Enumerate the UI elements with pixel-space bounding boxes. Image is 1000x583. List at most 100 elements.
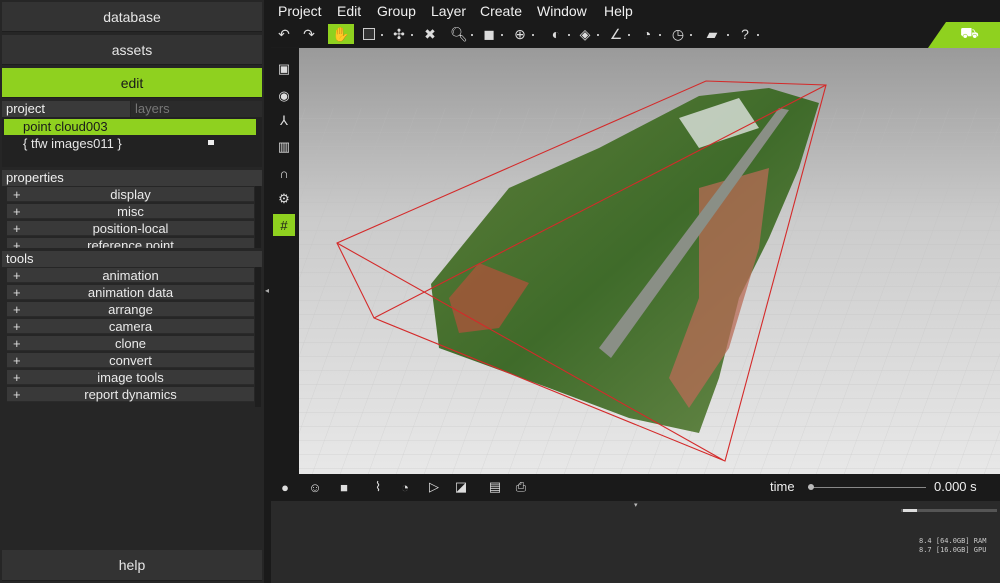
tool-label: convert [109,353,152,368]
tree-item-tfw-images[interactable]: { tfw images011 } [4,136,256,152]
zoom-icon[interactable]: 🔍︎ [449,24,469,44]
assets-button[interactable]: assets [2,35,262,65]
menu-bar: Project Edit Group Layer Create Window H… [271,0,1000,22]
property-label: display [110,187,151,202]
tree-item-point-cloud[interactable]: point cloud003 [4,119,256,135]
gauge-icon[interactable]: ◷ [668,24,688,44]
menu-edit[interactable]: Edit [337,3,361,19]
tool-camera[interactable]: + camera [7,319,254,334]
tree-item-label: { tfw images011 } [23,136,122,151]
gizmo-icon[interactable]: ⊕ [510,24,530,44]
delete-icon[interactable]: ✖ [420,24,440,44]
clock-icon[interactable]: ◔ [637,24,657,44]
properties-header: properties [2,170,262,186]
scene-svg [299,80,1000,474]
property-position-local[interactable]: + position-local [7,221,254,236]
move-icon[interactable]: ✣ [389,24,409,44]
box-icon[interactable]: ▥ [273,136,295,158]
time-value: 0.000 s [934,479,977,494]
tool-animation-data[interactable]: + animation data [7,285,254,300]
tools-list: + animation + animation data + arrange + cam… [2,267,262,407]
axes-icon[interactable]: ⅄ [273,110,295,132]
ram-usage: 8.4 [64.0GB] RAM [919,537,987,545]
hand-icon[interactable]: ✋ [328,24,354,44]
help-icon[interactable]: ? [735,24,755,44]
tab-project[interactable]: project [2,101,130,117]
tab-layers[interactable]: layers [131,101,262,117]
playback-bar: ● ☺ ■ ⌇ ◔ ▷ ◪ ▤ ⎙ time 0.000 s [271,474,1000,501]
property-reference-point[interactable]: + reference point [7,238,254,248]
menu-layer[interactable]: Layer [431,3,466,19]
property-misc[interactable]: + misc [7,204,254,219]
property-label: reference point [87,238,174,248]
tool-animation[interactable]: + animation [7,268,254,283]
play-icon[interactable]: ▷ [424,477,444,497]
menu-create[interactable]: Create [480,3,522,19]
tool-image-tools[interactable]: + image tools [7,370,254,385]
tool-label: arrange [108,302,153,317]
menu-window[interactable]: Window [537,3,587,19]
compass-icon[interactable]: ◐ [546,24,566,44]
grid-icon[interactable]: # [273,214,295,236]
tools-header: tools [2,251,262,267]
angle-icon[interactable]: ∠ [606,24,626,44]
timeline-panel[interactable]: ▾ 8.4 [64.0GB] RAM 8.7 [16.0GB] GPU [271,501,1000,583]
target-icon[interactable]: ◉ [273,85,295,107]
database-button[interactable]: database [2,2,262,32]
visibility-icon[interactable] [208,140,214,145]
select-icon[interactable] [359,24,379,44]
logo-icon: ⛟ [960,25,979,42]
panel-splitter[interactable]: ◂ [264,0,271,583]
step-icon[interactable]: ◪ [451,477,471,497]
edit-button[interactable]: edit [2,68,262,98]
property-label: misc [117,204,144,219]
frame-icon[interactable]: ▣ [273,58,295,80]
toolbar: ↶ ↷ ✋ ✣ ✖ 🔍︎ ◼ ⊕ ◐ ◈ ∠ ◔ ◷ ▰ ? [271,22,1000,47]
tool-label: animation data [87,285,174,300]
menu-project[interactable]: Project [278,3,322,19]
layers-icon[interactable]: ◈ [575,24,595,44]
tool-label: clone [114,336,147,351]
gpu-usage: 8.7 [16.0GB] GPU [919,546,987,554]
graph-icon[interactable]: ⌇ [368,477,388,497]
panel-tabs: project layers [2,101,262,117]
tool-label: image tools [97,370,164,385]
settings-icon[interactable]: ⚙ [273,188,295,210]
project-tree: point cloud003 { tfw images011 } [2,117,262,167]
properties-scrollbar[interactable] [255,186,261,248]
timeline-scrollbar[interactable] [901,509,997,512]
splitter-arrow-icon[interactable]: ▾ [634,501,638,509]
tool-convert[interactable]: + convert [7,353,254,368]
record-icon[interactable]: ◔ [395,477,415,497]
sphere-icon[interactable]: ● [275,477,295,497]
viewport-tools: ▣ ◉ ⅄ ▥ ∩ ⚙ # [271,48,299,474]
tool-label: camera [108,319,153,334]
menu-help[interactable]: Help [604,3,633,19]
measure-icon[interactable]: ▰ [699,24,725,44]
time-slider[interactable] [808,484,926,490]
tool-label: animation [102,268,159,283]
magnet-icon[interactable]: ∩ [273,162,295,184]
cube-icon[interactable]: ◼ [479,24,499,44]
tool-clone[interactable]: + clone [7,336,254,351]
printer-icon[interactable]: ⎙ [511,477,531,497]
redo-icon[interactable]: ↷ [299,24,319,44]
collapse-arrow-icon: ◂ [265,286,270,295]
menu-group[interactable]: Group [377,3,416,19]
tools-scrollbar[interactable] [255,267,261,407]
scrollbar-thumb[interactable] [903,509,917,512]
stop-square-icon[interactable]: ■ [334,477,354,497]
tool-label: report dynamics [84,387,177,402]
properties-list: + display + misc + position-local + referenc… [2,186,262,248]
property-display[interactable]: + display [7,187,254,202]
head-icon[interactable]: ☺ [305,477,325,497]
property-label: position-local [92,221,169,236]
tool-arrange[interactable]: + arrange [7,302,254,317]
tool-report-dynamics[interactable]: + report dynamics [7,387,254,402]
undo-icon[interactable]: ↶ [274,24,294,44]
slider-knob[interactable] [808,484,814,490]
3d-viewport[interactable] [299,48,1000,474]
document-icon[interactable]: ▤ [485,477,505,497]
tree-spacer [2,155,262,167]
help-button[interactable]: help [2,550,262,581]
